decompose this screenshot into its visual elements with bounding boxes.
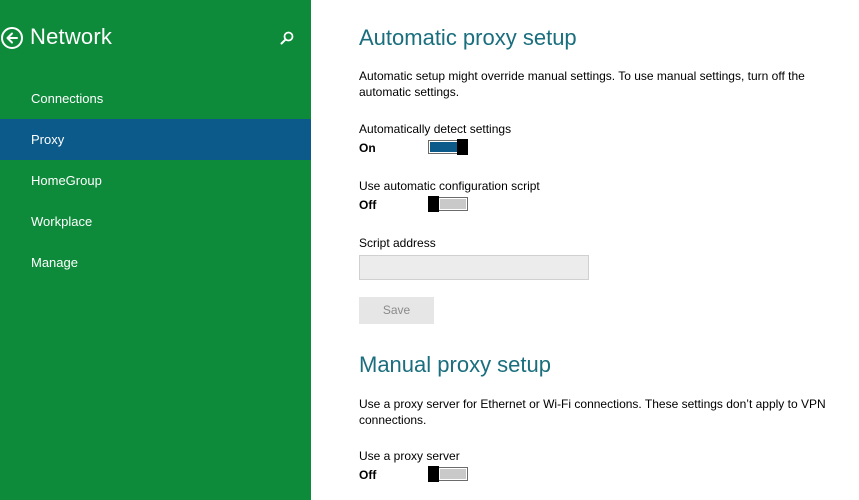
detect-settings-state: On — [359, 141, 376, 155]
sidebar-item-label: Proxy — [31, 132, 65, 147]
sidebar-item-label: HomeGroup — [31, 173, 102, 188]
manual-proxy-title: Manual proxy setup — [359, 352, 551, 377]
sidebar-nav: Connections Proxy HomeGroup Workplace Ma… — [0, 78, 311, 283]
sidebar-item-manage[interactable]: Manage — [0, 242, 311, 283]
toggle-thumb — [428, 196, 439, 212]
toggle-thumb — [428, 466, 439, 482]
detect-settings-label: Automatically detect settings — [359, 122, 512, 136]
sidebar-item-label: Connections — [31, 91, 104, 106]
sidebar-item-label: Workplace — [31, 214, 93, 229]
proxy-settings-panel: Automatic proxy setup Automatic setup mi… — [359, 0, 854, 500]
back-arrow-icon[interactable] — [0, 26, 24, 50]
sidebar-item-connections[interactable]: Connections — [0, 78, 311, 119]
search-icon[interactable] — [279, 30, 295, 46]
sidebar-item-workplace[interactable]: Workplace — [0, 201, 311, 242]
save-button[interactable]: Save — [359, 297, 434, 324]
toggle-thumb — [457, 139, 468, 155]
config-script-toggle[interactable] — [428, 196, 468, 212]
manual-proxy-description: Use a proxy server for Ethernet or Wi-Fi… — [359, 397, 826, 427]
use-proxy-state: Off — [359, 468, 377, 482]
sidebar-header: Network — [0, 22, 311, 56]
script-address-input[interactable] — [359, 255, 589, 280]
use-proxy-label: Use a proxy server — [359, 449, 460, 463]
sidebar-title: Network — [30, 24, 113, 49]
toggle-track-fill — [430, 142, 457, 152]
detect-settings-toggle[interactable] — [428, 139, 468, 155]
script-address-label: Script address — [359, 236, 436, 250]
sidebar-item-homegroup[interactable]: HomeGroup — [0, 160, 311, 201]
config-script-label: Use automatic configuration script — [359, 179, 540, 193]
sidebar-item-proxy[interactable]: Proxy — [0, 119, 311, 160]
use-proxy-toggle[interactable] — [428, 466, 468, 482]
config-script-state: Off — [359, 198, 377, 212]
automatic-proxy-description: Automatic setup might override manual se… — [359, 69, 805, 99]
sidebar-item-label: Manage — [31, 255, 78, 270]
sidebar: Network Connections Proxy HomeGroup Work… — [0, 0, 311, 500]
automatic-proxy-title: Automatic proxy setup — [359, 25, 577, 50]
toggle-track-fill — [440, 199, 466, 209]
toggle-track-fill — [440, 469, 466, 479]
